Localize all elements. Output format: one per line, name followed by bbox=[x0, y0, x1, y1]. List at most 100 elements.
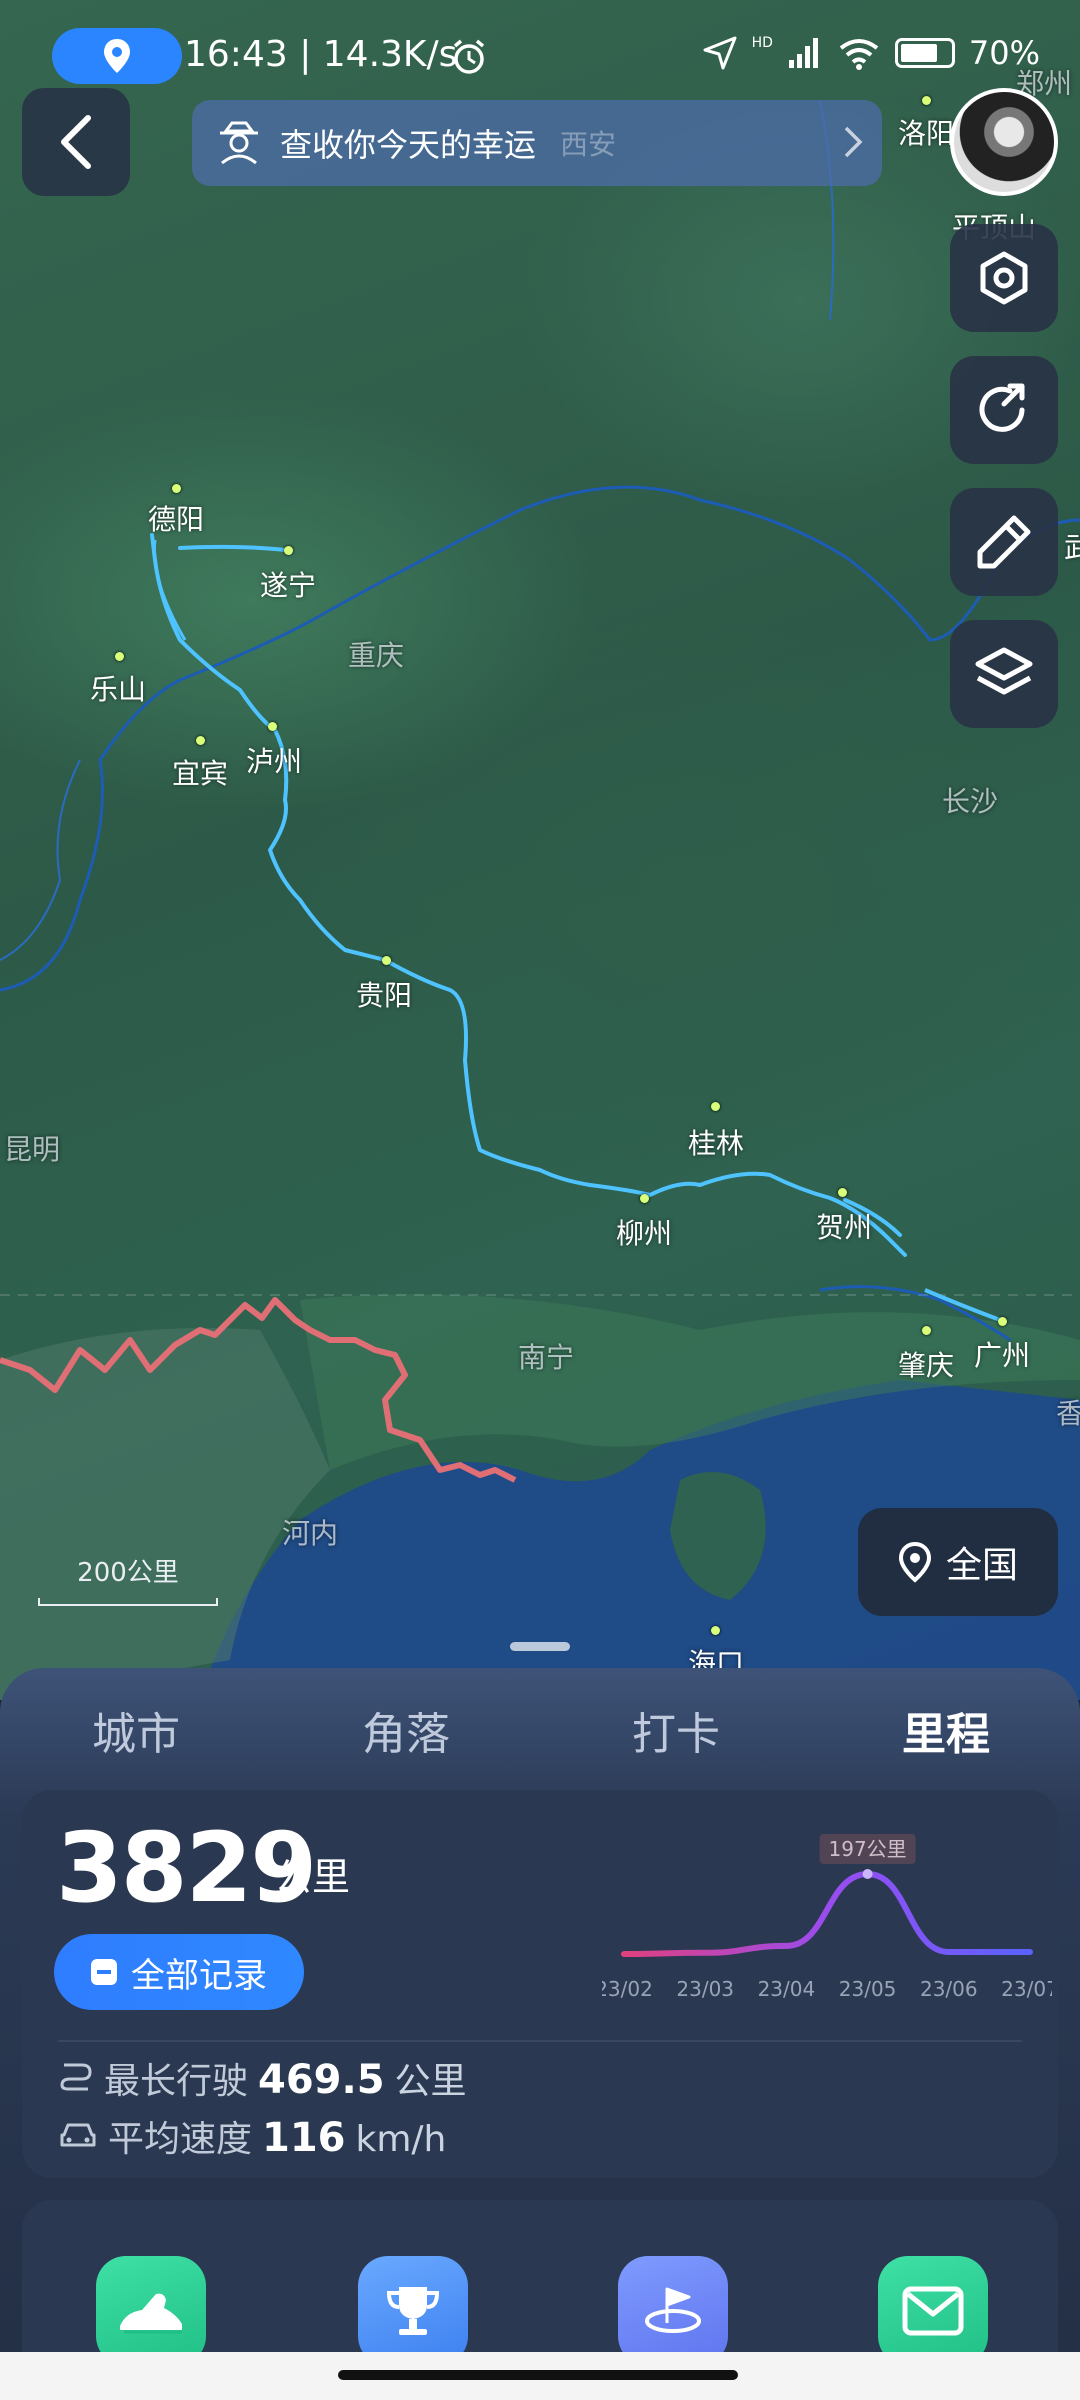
all-records-label: 全部记录 bbox=[131, 1955, 267, 1996]
longest-drive-unit: 公里 bbox=[394, 2061, 467, 2102]
chart-x-tick-label: 23/02 bbox=[602, 1977, 653, 2001]
city-label-yibin: 宜宾 bbox=[172, 757, 229, 790]
city-label-nanning: 南宁 bbox=[518, 1341, 575, 1374]
share-button[interactable] bbox=[950, 356, 1058, 464]
bottom-sheet: 城市 角落 打卡 里程 3829 公里 全部记录 197公里23/0223/03… bbox=[0, 1668, 1080, 2400]
location-sharing-pill[interactable] bbox=[52, 28, 182, 84]
chart-x-tick-label: 23/05 bbox=[839, 1977, 897, 2001]
longest-drive-label: 最长行驶 bbox=[104, 2061, 249, 2102]
edit-button[interactable] bbox=[950, 488, 1058, 596]
status-time-speed: 16:43 | 14.3K/s bbox=[184, 34, 458, 75]
layers-button[interactable] bbox=[950, 620, 1058, 728]
alarm-icon bbox=[453, 39, 485, 74]
city-dot bbox=[284, 546, 293, 555]
daily-fortune-banner[interactable]: 查收你今天的幸运 西安 bbox=[192, 100, 882, 186]
average-speed-label: 平均速度 bbox=[108, 2119, 253, 2160]
running-shoe-icon bbox=[120, 2293, 182, 2334]
nationwide-label: 全国 bbox=[945, 1545, 1018, 1586]
layers-icon bbox=[975, 647, 1033, 695]
city-label-luzhou: 泸州 bbox=[246, 745, 303, 778]
chart-peak-point bbox=[862, 1869, 873, 1879]
chevron-right-icon bbox=[844, 126, 863, 158]
city-label-hezhou: 贺州 bbox=[816, 1211, 873, 1244]
chart-x-tick-label: 23/03 bbox=[676, 1977, 734, 2001]
settings-button[interactable] bbox=[950, 224, 1058, 332]
home-indicator[interactable] bbox=[338, 2370, 738, 2380]
share-icon bbox=[979, 383, 1025, 432]
chart-annotation-label: 197公里 bbox=[829, 1837, 907, 1861]
location-pin-icon bbox=[898, 1541, 931, 1583]
longest-drive-stat: 最长行驶 469.5 公里 bbox=[58, 2052, 467, 2104]
running-shoe-button[interactable] bbox=[96, 2256, 206, 2366]
city-dot bbox=[711, 1626, 720, 1635]
city-label-xiang: 香 bbox=[1056, 1397, 1080, 1430]
signal-icon bbox=[788, 38, 818, 68]
average-speed-value: 116 bbox=[262, 2115, 346, 2161]
avatar[interactable] bbox=[950, 88, 1058, 196]
battery-percent: 70% bbox=[968, 34, 1040, 72]
tab-mileage[interactable]: 里程 bbox=[866, 1698, 1026, 1762]
city-label-luoyang: 洛阳 bbox=[898, 117, 955, 150]
chart-x-tick-label: 23/06 bbox=[920, 1977, 978, 2001]
city-dot bbox=[922, 1326, 931, 1335]
navigation-arrow-icon bbox=[703, 36, 737, 70]
city-dot bbox=[640, 1194, 649, 1203]
city-dot bbox=[998, 1317, 1007, 1326]
tab-checkin[interactable]: 打卡 bbox=[596, 1698, 756, 1762]
chart-series-line bbox=[621, 1870, 1033, 1957]
all-records-button[interactable]: 全部记录 bbox=[54, 1934, 304, 2010]
city-label-kunming: 昆明 bbox=[4, 1133, 61, 1166]
fortune-teller-icon bbox=[220, 121, 258, 165]
city-dot bbox=[382, 956, 391, 965]
trophy-button[interactable] bbox=[358, 2256, 468, 2366]
city-label-suining: 遂宁 bbox=[260, 569, 317, 602]
tab-corners[interactable]: 角落 bbox=[326, 1698, 486, 1762]
fortune-text: 查收你今天的幸运 bbox=[280, 126, 537, 164]
river-west bbox=[0, 759, 81, 961]
city-label-changsha: 长沙 bbox=[942, 785, 999, 818]
city-label-wu: 武 bbox=[1064, 531, 1080, 564]
chart-x-tick-label: 23/07 bbox=[1001, 1977, 1052, 2001]
city-label-guiyang: 贵阳 bbox=[356, 979, 413, 1012]
mail-button[interactable] bbox=[878, 2256, 988, 2366]
sheet-drag-handle[interactable] bbox=[510, 1642, 570, 1651]
city-dot bbox=[172, 484, 181, 493]
tab-cities[interactable]: 城市 bbox=[56, 1698, 216, 1762]
city-label-deyang: 德阳 bbox=[148, 503, 205, 536]
yangtze-river bbox=[0, 485, 1080, 992]
city-dot bbox=[115, 652, 124, 661]
fortune-overlay-city: 西安 bbox=[560, 128, 617, 161]
map-view[interactable]: 德阳 遂宁 乐山 重庆 宜宾 泸州 贵阳 长沙 昆明 桂林 柳州 贺州 南宁 肇… bbox=[0, 0, 1080, 1700]
nationwide-button[interactable]: 全国 bbox=[858, 1508, 1058, 1616]
mileage-card: 3829 公里 全部记录 197公里23/0223/0323/0423/0523… bbox=[22, 1790, 1058, 2178]
car-icon bbox=[60, 2123, 96, 2147]
hexagon-settings-icon bbox=[980, 251, 1028, 305]
battery-icon bbox=[894, 38, 955, 68]
city-label-chongqing: 重庆 bbox=[348, 639, 405, 672]
route-icon bbox=[60, 2063, 92, 2091]
monthly-mileage-chart: 197公里 23/02 23/03 23/04 23/05 23/06 23/07 bbox=[602, 1834, 1052, 2001]
network-type: HD bbox=[751, 35, 773, 51]
chart-x-tick-label: 23/04 bbox=[758, 1977, 816, 2001]
explore-flag-button[interactable] bbox=[618, 2256, 728, 2366]
city-dot bbox=[838, 1188, 847, 1197]
location-pin-icon bbox=[104, 39, 130, 73]
back-button[interactable] bbox=[22, 88, 130, 196]
pencil-icon bbox=[977, 515, 1031, 569]
chevron-left-icon bbox=[61, 115, 91, 169]
city-label-liuzhou: 柳州 bbox=[616, 1217, 673, 1250]
trophy-icon bbox=[386, 2287, 440, 2335]
longest-drive-value: 469.5 bbox=[258, 2057, 385, 2103]
status-bar: 16:43 | 14.3K/s HD 70% bbox=[0, 28, 1080, 84]
city-dot bbox=[922, 96, 931, 105]
map-scale-bar bbox=[38, 1598, 218, 1606]
map-layer bbox=[0, 99, 1080, 1700]
system-nav-bar bbox=[0, 2352, 1080, 2400]
city-label-zhaoqing: 肇庆 bbox=[898, 1349, 955, 1382]
average-speed-stat: 平均速度 116 km/h bbox=[58, 2110, 446, 2162]
wifi-icon bbox=[839, 39, 879, 70]
mail-icon bbox=[902, 2286, 964, 2336]
flag-planet-icon bbox=[645, 2287, 701, 2333]
city-label-hanoi: 河内 bbox=[282, 1517, 339, 1550]
status-indicators: HD 70% bbox=[702, 34, 1040, 72]
